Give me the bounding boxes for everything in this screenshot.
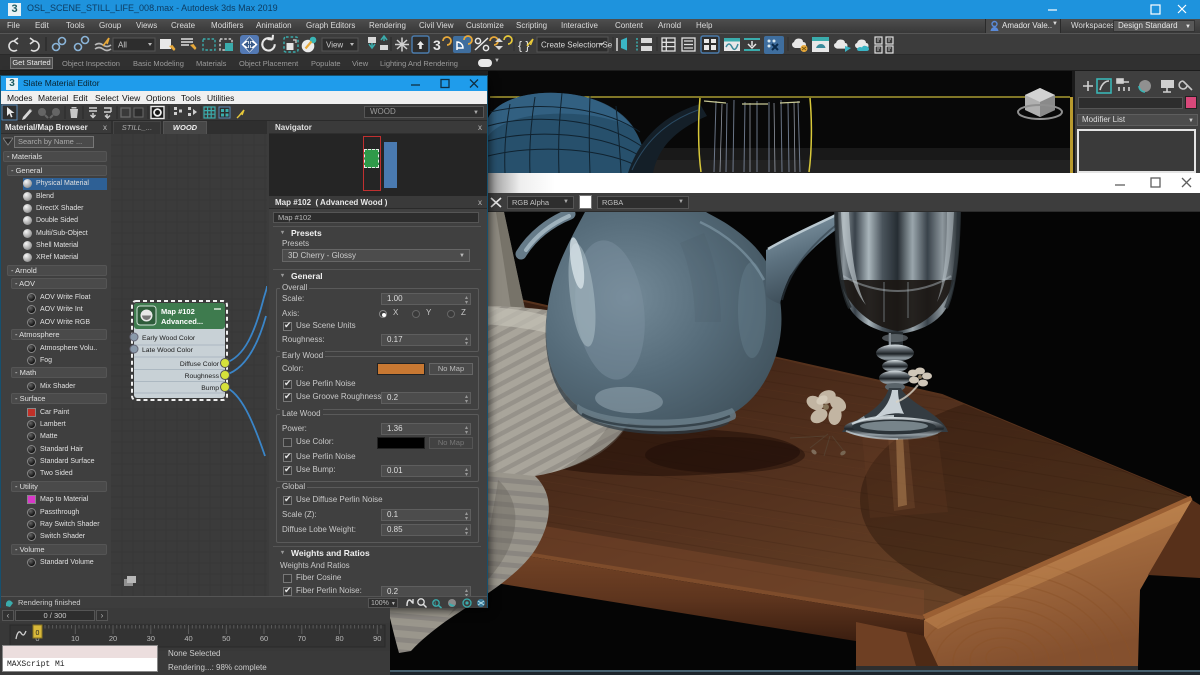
svg-text:Diffuse Color: Diffuse Color: [180, 361, 220, 368]
svg-text:70: 70: [298, 634, 306, 643]
svg-text:Bump: Bump: [201, 385, 219, 392]
svg-text:Advanced...: Advanced...: [161, 317, 203, 326]
svg-text:30: 30: [147, 634, 155, 643]
svg-text:Late Wood Color: Late Wood Color: [142, 347, 194, 354]
svg-text:60: 60: [260, 634, 268, 643]
svg-text:All: All: [118, 41, 127, 50]
svg-text:40: 40: [184, 634, 192, 643]
svg-text:View: View: [326, 41, 343, 50]
svg-text:3: 3: [433, 37, 441, 53]
svg-text:80: 80: [335, 634, 343, 643]
svg-text:90: 90: [373, 634, 381, 643]
svg-text:3: 3: [434, 602, 437, 608]
svg-text:Map #102: Map #102: [161, 307, 195, 316]
svg-text:0: 0: [36, 630, 40, 637]
svg-text:20: 20: [109, 634, 117, 643]
svg-text:10: 10: [71, 634, 79, 643]
svg-text:Early Wood Color: Early Wood Color: [142, 335, 196, 342]
svg-text:Roughness: Roughness: [185, 373, 220, 380]
svg-text:50: 50: [222, 634, 230, 643]
